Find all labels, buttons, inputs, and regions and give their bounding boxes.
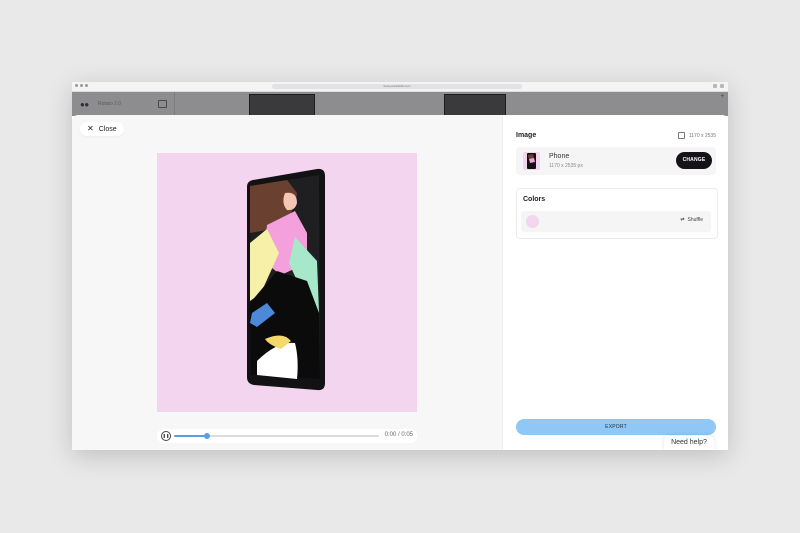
- playback-time: 0:00 / 0:05: [384, 432, 413, 438]
- browser-window: beta.pixelrabbit.com ●● Rotato 2.0 + ✕ C…: [72, 82, 728, 450]
- app-logo: ●●: [80, 100, 89, 109]
- pause-button[interactable]: ❚❚: [161, 431, 171, 441]
- playback-progress: [174, 435, 207, 437]
- browser-actions[interactable]: [713, 84, 724, 88]
- phone-mockup-illustration: [247, 168, 325, 391]
- image-thumbnail: [523, 152, 540, 170]
- image-dimensions-text: 1170 x 2535: [688, 132, 716, 139]
- change-button[interactable]: CHANGE: [676, 152, 712, 169]
- app-header: ●● Rotato 2.0 +: [72, 92, 728, 118]
- sidebar-toggle-icon[interactable]: [158, 100, 167, 108]
- close-label: Close: [98, 125, 117, 133]
- image-section-title: Image: [516, 132, 537, 139]
- close-button[interactable]: ✕ Close: [80, 122, 124, 136]
- help-button[interactable]: Need help?: [664, 436, 714, 450]
- playback-bar: ❚❚ 0:00 / 0:05: [157, 429, 417, 443]
- close-icon: ✕: [87, 124, 94, 133]
- export-button[interactable]: EXPORT: [516, 419, 716, 435]
- image-dimensions: 1170 x 2535: [677, 132, 716, 139]
- shuffle-label: Shuffle: [687, 217, 703, 223]
- colors-section-title: Colors: [523, 196, 546, 203]
- color-row: ⇄ Shuffle: [521, 211, 711, 232]
- image-name: Phone: [549, 153, 570, 160]
- playback-slider[interactable]: [174, 433, 379, 439]
- header-divider: [174, 92, 175, 116]
- resize-icon: [677, 132, 685, 139]
- window-controls[interactable]: [75, 84, 88, 87]
- address-bar[interactable]: beta.pixelrabbit.com: [272, 84, 522, 89]
- browser-toolbar: beta.pixelrabbit.com: [72, 82, 728, 92]
- shuffle-button[interactable]: ⇄ Shuffle: [680, 217, 703, 223]
- playback-knob[interactable]: [203, 433, 210, 439]
- export-modal: ✕ Close ❚❚ 0:00 / 0:05 Image 1170 x 2535…: [72, 115, 728, 450]
- workspace-name[interactable]: Rotato 2.0: [98, 101, 121, 107]
- settings-panel: Image 1170 x 2535 Phone 1170 x 2535 px C…: [502, 115, 728, 450]
- add-icon[interactable]: +: [720, 94, 724, 100]
- shuffle-icon: ⇄: [680, 217, 685, 223]
- image-size: 1170 x 2535 px: [549, 163, 583, 169]
- preview-canvas: [157, 153, 417, 412]
- color-swatch[interactable]: [526, 215, 539, 228]
- image-card: Phone 1170 x 2535 px CHANGE: [516, 147, 716, 175]
- colors-card: Colors ⇄ Shuffle: [516, 188, 718, 239]
- address-bar-text: beta.pixelrabbit.com: [383, 84, 411, 88]
